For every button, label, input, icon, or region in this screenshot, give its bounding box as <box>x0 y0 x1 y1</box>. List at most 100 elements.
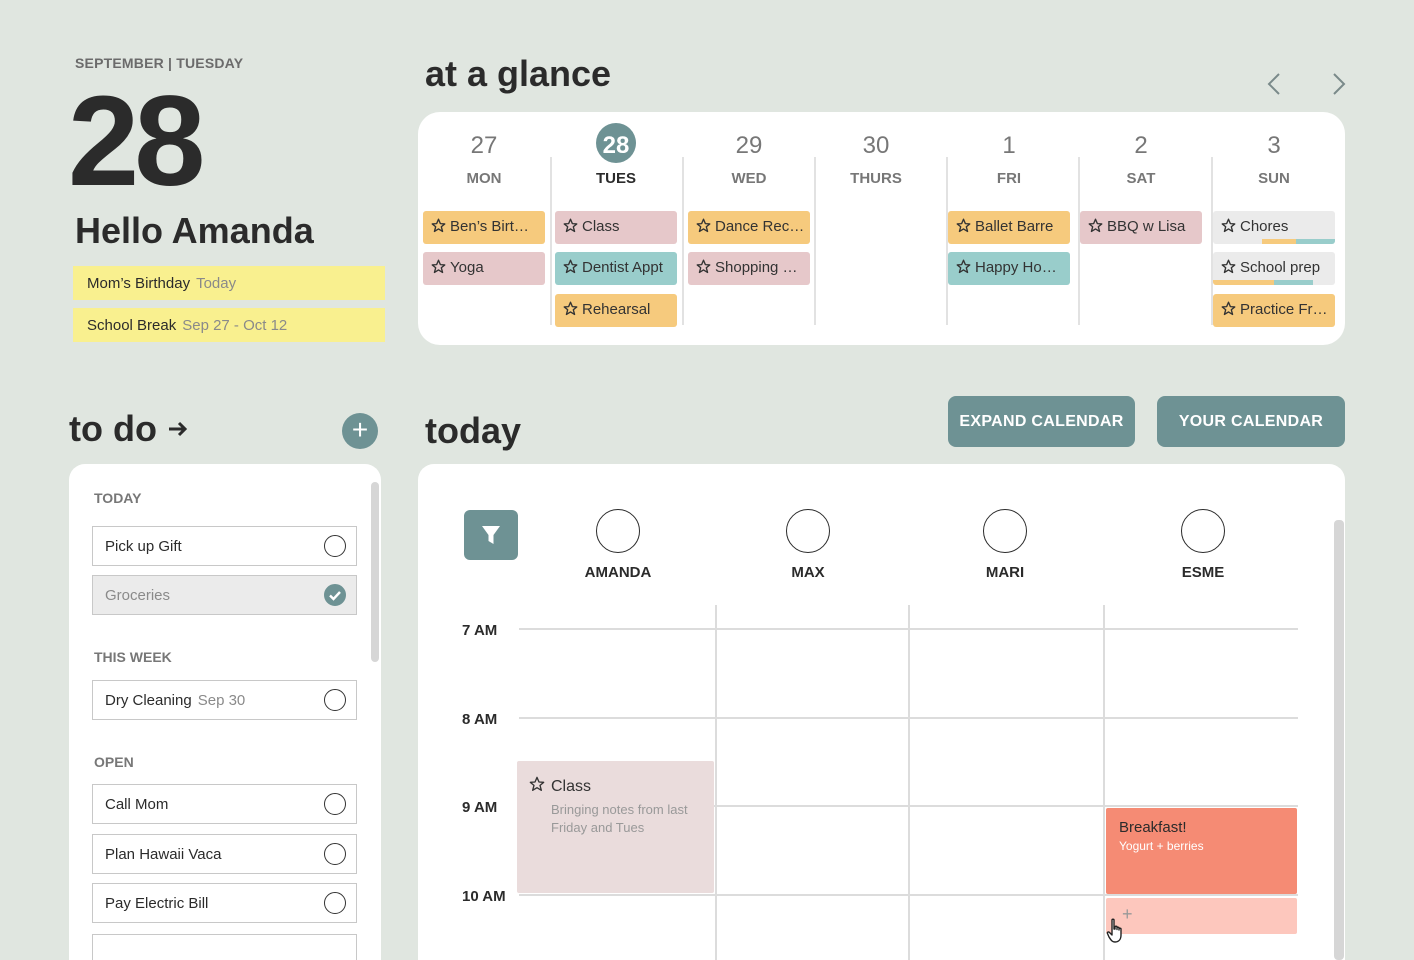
person-name: MAX <box>791 564 825 581</box>
note-birthday[interactable]: Mom’s Birthday Today <box>73 266 385 300</box>
todo-item[interactable]: Plan Hawaii Vaca <box>92 834 357 874</box>
star-icon <box>1221 301 1236 318</box>
avatar <box>1181 509 1225 553</box>
person-amanda[interactable]: AMANDA <box>568 509 668 581</box>
expand-calendar-button[interactable]: EXPAND CALENDAR <box>948 396 1135 447</box>
todo-item[interactable]: Pick up Gift <box>92 526 357 566</box>
today-scrollbar[interactable] <box>1334 520 1344 960</box>
star-icon <box>696 218 711 235</box>
chevron-left-icon[interactable] <box>1262 70 1288 103</box>
date-line: SEPTEMBER | TUESDAY <box>75 55 244 71</box>
hand-cursor-icon <box>1106 918 1126 949</box>
star-icon <box>1221 218 1236 235</box>
week-event[interactable]: Happy Ho… <box>948 252 1070 285</box>
note-title: Mom’s Birthday <box>87 275 191 292</box>
glance-title: at a glance <box>425 53 612 94</box>
star-icon <box>563 301 578 318</box>
day-column[interactable]: 30 THURS <box>815 112 937 345</box>
hour-label: 8 AM <box>462 711 498 728</box>
todo-item[interactable]: Dry Cleaning Sep 30 <box>92 680 357 720</box>
day-column[interactable]: 2 SAT BBQ w Lisa <box>1080 112 1202 345</box>
add-todo-button[interactable]: + <box>342 413 378 449</box>
day-column[interactable]: 3 SUN Chores School prep Practice Fr… <box>1213 112 1335 345</box>
checkbox-circle-icon[interactable] <box>324 892 346 914</box>
week-event[interactable]: Rehearsal <box>555 294 677 327</box>
todo-item-title: Groceries <box>105 587 171 604</box>
day-column[interactable]: 28 TUES Class Dentist Appt Rehearsal <box>555 112 677 345</box>
week-event[interactable]: Dance Rec… <box>688 211 810 244</box>
week-event[interactable]: Dentist Appt <box>555 252 677 285</box>
week-event-label: Dentist Appt <box>582 259 663 276</box>
person-mari[interactable]: MARI <box>955 509 1055 581</box>
checkbox-circle-icon[interactable] <box>324 793 346 815</box>
filter-button[interactable] <box>464 510 518 560</box>
event-stripe <box>1295 239 1335 244</box>
note-title: School Break <box>87 317 177 334</box>
checkbox-circle-icon[interactable] <box>324 843 346 865</box>
todo-title[interactable]: to do <box>69 408 189 450</box>
todo-item-title: Pick up Gift <box>105 538 182 555</box>
add-event-slot[interactable]: + <box>1106 898 1297 934</box>
avatar <box>983 509 1027 553</box>
week-event[interactable]: Ballet Barre <box>948 211 1070 244</box>
week-event-label: Practice Fr… <box>1240 301 1328 318</box>
person-esme[interactable]: ESME <box>1153 509 1253 581</box>
star-icon <box>1221 259 1236 276</box>
checked-circle-icon[interactable] <box>324 584 346 606</box>
star-icon <box>1088 218 1103 235</box>
greeting: Hello Amanda <box>75 210 314 251</box>
person-max[interactable]: MAX <box>758 509 858 581</box>
star-icon <box>956 259 971 276</box>
note-school-break[interactable]: School Break Sep 27 - Oct 12 <box>73 308 385 342</box>
week-event[interactable]: Class <box>555 211 677 244</box>
week-event-label: Ben’s Birt… <box>450 218 529 235</box>
event-stripe <box>1274 280 1314 285</box>
day-number: 1 <box>1002 132 1016 159</box>
arrow-right-icon <box>167 417 189 444</box>
day-number: 28 <box>602 132 630 159</box>
day-name: SAT <box>1126 170 1156 187</box>
week-event[interactable]: Ben’s Birt… <box>423 211 545 244</box>
checkbox-circle-icon[interactable] <box>324 535 346 557</box>
star-icon <box>431 259 446 276</box>
week-event-label: Chores <box>1240 218 1289 235</box>
chevron-right-icon[interactable] <box>1326 70 1352 103</box>
star-icon <box>431 218 446 235</box>
your-calendar-button[interactable]: YOUR CALENDAR <box>1157 396 1345 447</box>
event-breakfast[interactable]: Breakfast! Yogurt + berries <box>1106 808 1297 894</box>
day-column[interactable]: 27 MON Ben’s Birt… Yoga <box>423 112 545 345</box>
week-event-label: School prep <box>1240 259 1321 276</box>
day-column[interactable]: 1 FRI Ballet Barre Happy Ho… <box>948 112 1070 345</box>
todo-item-partial[interactable] <box>92 934 357 960</box>
event-title: Class <box>551 777 592 795</box>
todo-item[interactable]: Pay Electric Bill <box>92 883 357 923</box>
week-overview: 27 MON Ben’s Birt… Yoga 28 TUES Class Dentist A… <box>418 112 1345 345</box>
event-class[interactable]: Class Bringing notes from last Friday an… <box>517 761 714 893</box>
day-number: 30 <box>862 132 890 159</box>
star-icon <box>956 218 971 235</box>
todo-title-text: to do <box>69 408 157 449</box>
todo-item[interactable]: Groceries <box>92 575 357 615</box>
todo-item[interactable]: Call Mom <box>92 784 357 824</box>
week-event[interactable]: School prep <box>1213 252 1335 285</box>
checkbox-circle-icon[interactable] <box>324 689 346 711</box>
star-icon <box>696 259 711 276</box>
todo-scrollbar[interactable] <box>371 482 379 662</box>
week-event[interactable]: Chores <box>1213 211 1335 244</box>
week-event[interactable]: Shopping … <box>688 252 810 285</box>
star-icon <box>563 259 578 276</box>
day-number: 2 <box>1134 132 1148 159</box>
week-event-label: Yoga <box>450 259 484 276</box>
person-name: ESME <box>1181 564 1225 581</box>
week-event[interactable]: Practice Fr… <box>1213 294 1335 327</box>
week-event[interactable]: BBQ w Lisa <box>1080 211 1202 244</box>
filter-icon <box>482 526 500 544</box>
week-event-label: Shopping … <box>715 259 798 276</box>
week-event-label: Ballet Barre <box>975 218 1054 235</box>
day-column[interactable]: 29 WED Dance Rec… Shopping … <box>688 112 810 345</box>
todo-list: TODAY Pick up Gift Groceries THIS WEEK Dry C… <box>69 464 381 960</box>
week-event[interactable]: Yoga <box>423 252 545 285</box>
hour-label: 10 AM <box>462 888 506 905</box>
person-column-divider <box>1103 605 1105 960</box>
todo-item-date: Sep 30 <box>197 692 246 709</box>
